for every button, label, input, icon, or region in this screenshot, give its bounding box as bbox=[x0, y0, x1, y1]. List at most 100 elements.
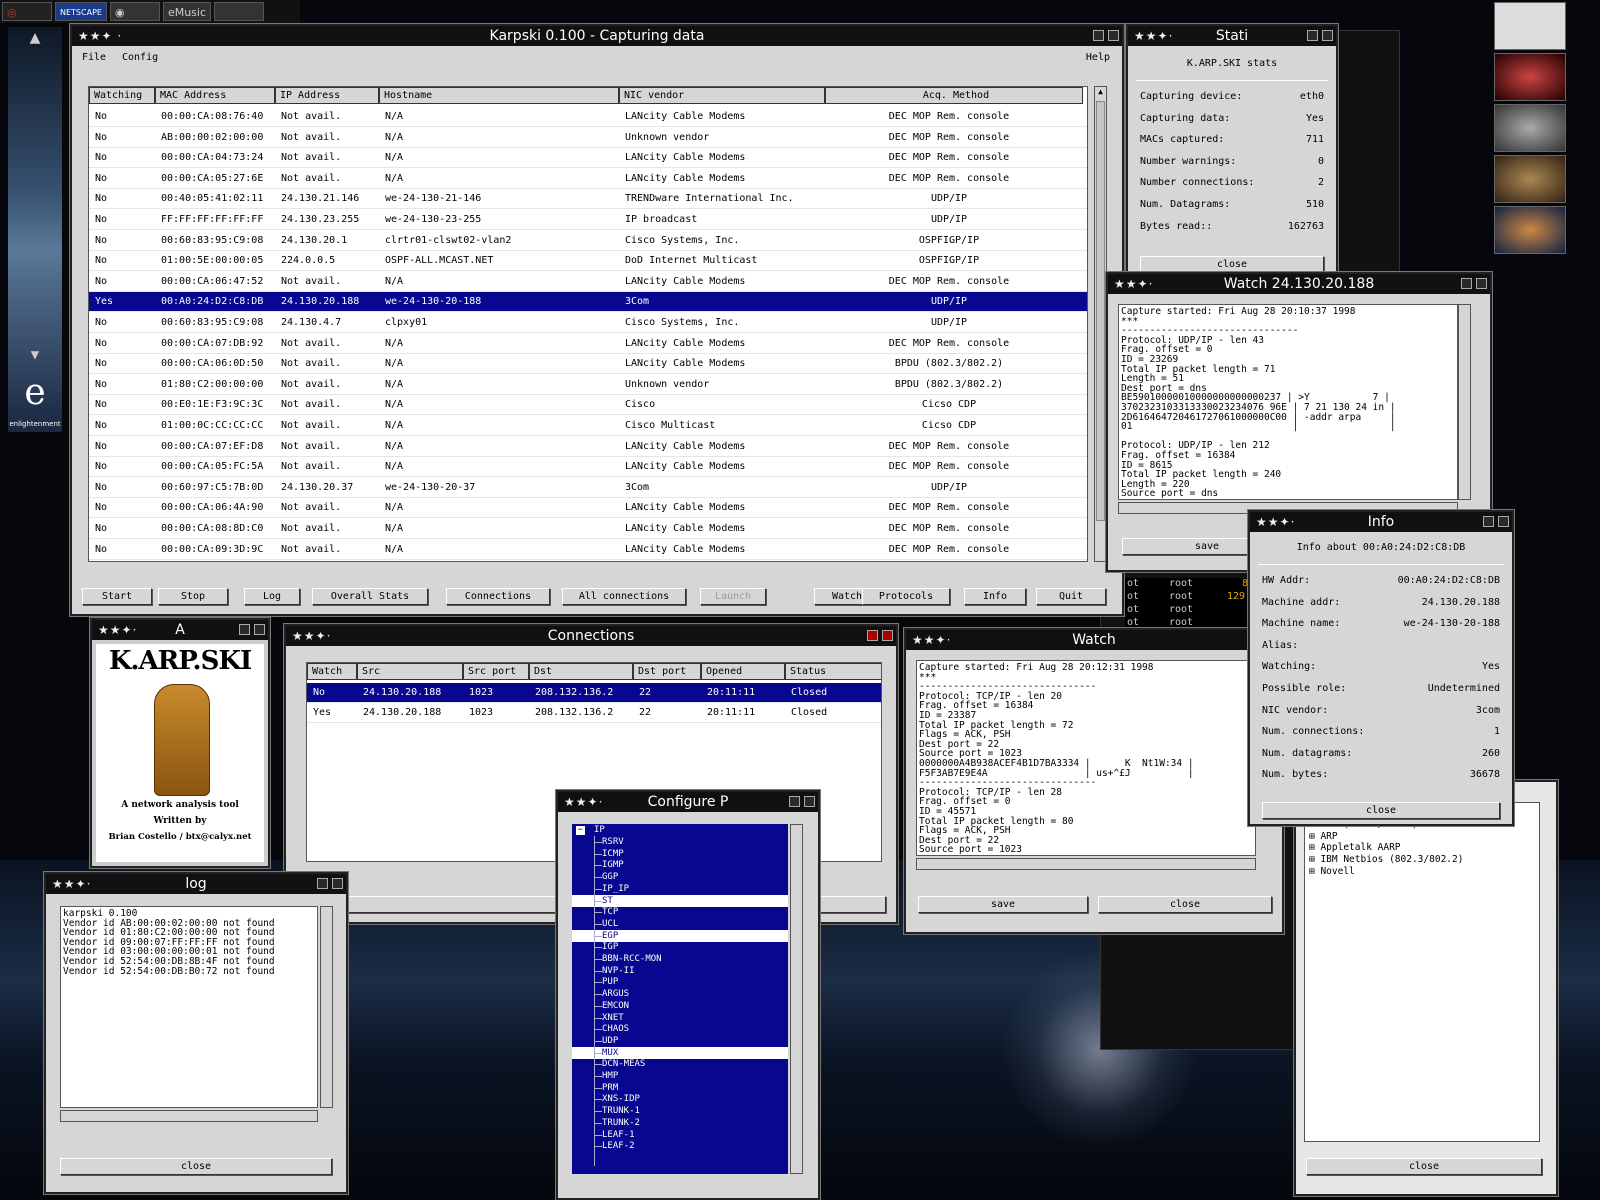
protocol-item[interactable]: TCP bbox=[602, 906, 618, 918]
minimize-icon[interactable] bbox=[1307, 30, 1318, 41]
table-row[interactable]: No 00:00:CA:05:FC:5A Not avail. N/A LANcity … bbox=[89, 457, 1087, 478]
protocol-item[interactable]: IGP bbox=[602, 941, 618, 953]
pager-desk-3[interactable] bbox=[1494, 104, 1566, 152]
table-row[interactable]: No 00:60:83:95:C9:08 24.130.20.1 clrtr01-cl… bbox=[89, 231, 1087, 251]
watch-titlebar[interactable]: ★★✦· Watch bbox=[906, 630, 1282, 650]
arrow-up-icon[interactable]: ▲ bbox=[8, 27, 62, 48]
info-titlebar[interactable]: ★★✦· Info bbox=[1250, 512, 1512, 532]
minimize-icon[interactable] bbox=[1483, 516, 1494, 527]
tree-root-ip[interactable]: IP bbox=[594, 824, 605, 836]
protocol-item[interactable]: IGMP bbox=[602, 859, 624, 871]
protocols-close-button[interactable]: close bbox=[1306, 1158, 1542, 1175]
stati-titlebar[interactable]: ★★✦· Stati bbox=[1128, 26, 1336, 46]
maximize-icon[interactable] bbox=[882, 630, 893, 641]
conn-column-header-5[interactable]: Opened bbox=[701, 663, 785, 680]
conn-column-header-0[interactable]: Watch bbox=[307, 663, 357, 680]
log-text-area[interactable]: karpski 0.100 Vendor id AB:00:00:02:00:0… bbox=[60, 906, 318, 1108]
protocol-item[interactable]: ARGUS bbox=[602, 988, 629, 1000]
table-row[interactable]: No 00:00:CA:07:EF:D8 Not avail. N/A LANcity … bbox=[89, 437, 1087, 457]
close-icon[interactable] bbox=[867, 630, 878, 641]
pager-desk-5[interactable] bbox=[1494, 206, 1566, 254]
launch-button[interactable]: Launch bbox=[700, 588, 766, 605]
stop-button[interactable]: Stop bbox=[158, 588, 228, 605]
protocol-item[interactable]: EMCON bbox=[602, 1000, 629, 1012]
watch-host-titlebar[interactable]: ★★✦· Watch 24.130.20.188 bbox=[1108, 274, 1490, 294]
minimize-icon[interactable] bbox=[239, 624, 250, 635]
watch-hscrollbar[interactable] bbox=[916, 858, 1256, 870]
protocols-tree[interactable]: ⊞ Cicso CDP⊞ IPX (802.3/802.2)⊞ ARP⊞ App… bbox=[1304, 802, 1540, 1142]
minimize-icon[interactable] bbox=[1093, 30, 1104, 41]
protocol-item[interactable]: PRM bbox=[602, 1082, 618, 1094]
protocol-node[interactable]: ⊞ Appletalk AARP bbox=[1309, 842, 1401, 854]
start-button[interactable]: Start bbox=[82, 588, 152, 605]
watch-save-button[interactable]: save bbox=[918, 896, 1088, 913]
conn-column-header-4[interactable]: Dst port bbox=[633, 663, 701, 680]
table-row[interactable]: No 00:60:83:95:C9:08 24.130.4.7 clpxy01 Cisc… bbox=[89, 313, 1087, 333]
scroll-thumb[interactable] bbox=[1096, 101, 1105, 521]
maximize-icon[interactable] bbox=[1108, 30, 1119, 41]
connections-button[interactable]: Connections bbox=[446, 588, 550, 605]
protocol-item[interactable]: HMP bbox=[602, 1070, 618, 1082]
column-header-0[interactable]: Watching bbox=[89, 87, 155, 104]
table-row[interactable]: No FF:FF:FF:FF:FF:FF 24.130.23.255 we-24-13… bbox=[89, 210, 1087, 230]
arrow-down-icon[interactable]: ▼ bbox=[8, 347, 62, 363]
protocol-item[interactable]: XNS-IDP bbox=[602, 1093, 640, 1105]
column-header-4[interactable]: NIC vendor bbox=[619, 87, 825, 104]
table-row[interactable]: No 00:00:CA:08:8D:C0 Not avail. N/A LANcity … bbox=[89, 519, 1087, 539]
pager-mini-icon[interactable] bbox=[214, 2, 265, 21]
main-titlebar[interactable]: ★★✦ · Karpski 0.100 - Capturing data bbox=[72, 26, 1122, 46]
protocol-item[interactable]: PUP bbox=[602, 976, 618, 988]
protocol-item[interactable]: CHAOS bbox=[602, 1023, 629, 1035]
protocol-tree[interactable]: − IP RSRV ICMP IGMP GGP IP_IP ST TCP UCL EGP IGP B… bbox=[572, 824, 788, 1174]
protocol-item[interactable]: GGP bbox=[602, 871, 618, 883]
scroll-up-icon[interactable]: ▲ bbox=[1095, 87, 1106, 96]
table-row[interactable]: No 00:00:CA:06:47:52 Not avail. N/A LANcity … bbox=[89, 272, 1087, 292]
maximize-icon[interactable] bbox=[1322, 30, 1333, 41]
protocol-item[interactable]: IP_IP bbox=[602, 883, 629, 895]
table-row[interactable]: No 00:00:CA:09:3D:9C Not avail. N/A LANcity … bbox=[89, 540, 1087, 560]
menu-config[interactable]: Config bbox=[122, 52, 158, 63]
protocol-item[interactable]: ICMP bbox=[602, 848, 624, 860]
protocol-node[interactable]: ⊞ Novell bbox=[1309, 866, 1355, 878]
protocol-item[interactable]: RSRV bbox=[602, 836, 624, 848]
configure-scrollbar[interactable] bbox=[790, 824, 803, 1174]
protocol-item[interactable]: MUX bbox=[572, 1046, 788, 1059]
protocol-item[interactable]: UDP bbox=[602, 1035, 618, 1047]
maximize-icon[interactable] bbox=[804, 796, 815, 807]
log-close-button[interactable]: close bbox=[60, 1158, 332, 1175]
emusic-launcher[interactable]: eMusic bbox=[162, 2, 212, 21]
table-row[interactable]: No 00:E0:1E:F3:9C:3C Not avail. N/A Cisco Cic… bbox=[89, 395, 1087, 416]
minimize-icon[interactable] bbox=[1461, 278, 1472, 289]
protocol-item[interactable]: ST bbox=[572, 894, 788, 907]
log-scrollbar[interactable] bbox=[320, 906, 333, 1108]
maximize-icon[interactable] bbox=[1498, 516, 1509, 527]
table-row[interactable]: No 00:40:05:41:02:11 24.130.21.146 we-24-13… bbox=[89, 189, 1087, 210]
conn-column-header-3[interactable]: Dst bbox=[529, 663, 633, 680]
table-row[interactable]: No 01:00:0C:CC:CC:CC Not avail. N/A Cisco Mu… bbox=[89, 416, 1087, 436]
maximize-icon[interactable] bbox=[1476, 278, 1487, 289]
connection-row[interactable]: Yes 24.130.20.188 1023 208.132.136.2 22 20:11… bbox=[307, 703, 881, 723]
minimize-icon[interactable] bbox=[789, 796, 800, 807]
column-header-5[interactable]: Acq. Method bbox=[825, 87, 1083, 104]
protocol-item[interactable]: UCL bbox=[602, 918, 618, 930]
pager-desk-1[interactable] bbox=[1494, 2, 1566, 50]
pager-desk-2[interactable] bbox=[1494, 53, 1566, 101]
table-row[interactable]: No 00:00:CA:08:76:40 Not avail. N/A LANcity … bbox=[89, 107, 1087, 127]
conn-column-header-2[interactable]: Src port bbox=[463, 663, 529, 680]
protocol-item[interactable]: DCN-MEAS bbox=[602, 1058, 645, 1070]
protocol-item[interactable]: LEAF-2 bbox=[602, 1140, 635, 1152]
table-row[interactable]: No AB:00:00:02:00:00 Not avail. N/A Unknown … bbox=[89, 128, 1087, 148]
table-row[interactable]: No 00:00:CA:06:0D:50 Not avail. N/A LANcity … bbox=[89, 354, 1087, 375]
table-row[interactable]: No 00:00:CA:06:4A:90 Not avail. N/A LANcity … bbox=[89, 498, 1087, 519]
protocol-item[interactable]: LEAF-1 bbox=[602, 1129, 635, 1141]
table-row[interactable]: No 01:80:C2:00:00:00 Not avail. N/A Unknown … bbox=[89, 375, 1087, 395]
protocol-item[interactable]: TRUNK-2 bbox=[602, 1117, 640, 1129]
quit-button[interactable]: Quit bbox=[1036, 588, 1106, 605]
menu-file[interactable]: File bbox=[82, 52, 106, 63]
stati-close-button[interactable]: close bbox=[1140, 256, 1324, 273]
maximize-icon[interactable] bbox=[254, 624, 265, 635]
protocol-item[interactable]: EGP bbox=[572, 929, 788, 942]
conn-column-header-6[interactable]: Status bbox=[785, 663, 881, 680]
minimize-icon[interactable] bbox=[317, 878, 328, 889]
protocols-button[interactable]: Protocols bbox=[862, 588, 950, 605]
